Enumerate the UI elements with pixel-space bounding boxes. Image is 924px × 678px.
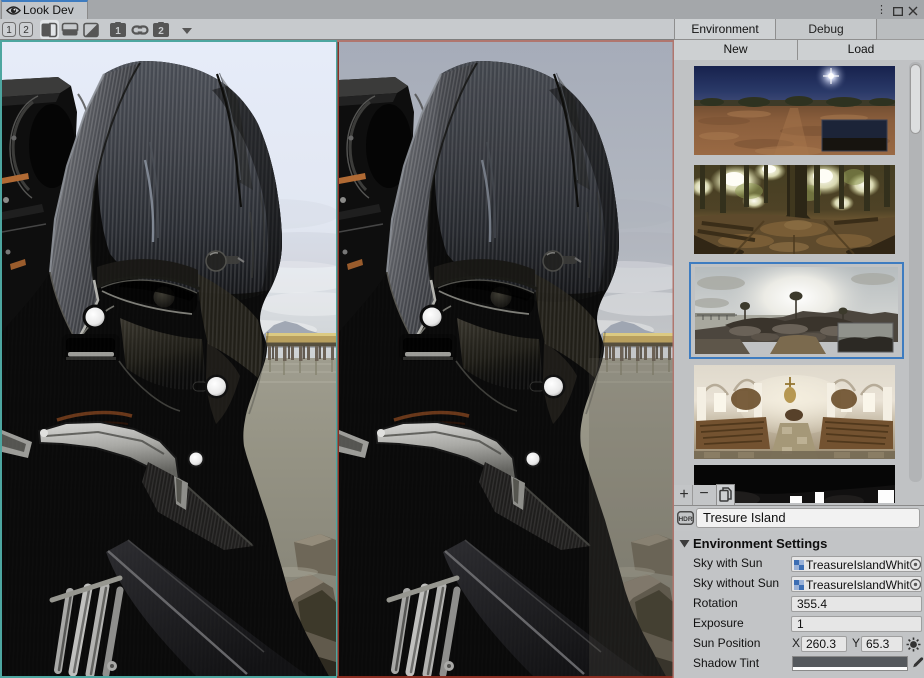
svg-text:2: 2 <box>23 25 29 36</box>
svg-text:HDR: HDR <box>678 516 692 523</box>
svg-text:2: 2 <box>158 26 164 37</box>
svg-text:1: 1 <box>115 26 121 37</box>
svg-text:1: 1 <box>6 25 12 36</box>
